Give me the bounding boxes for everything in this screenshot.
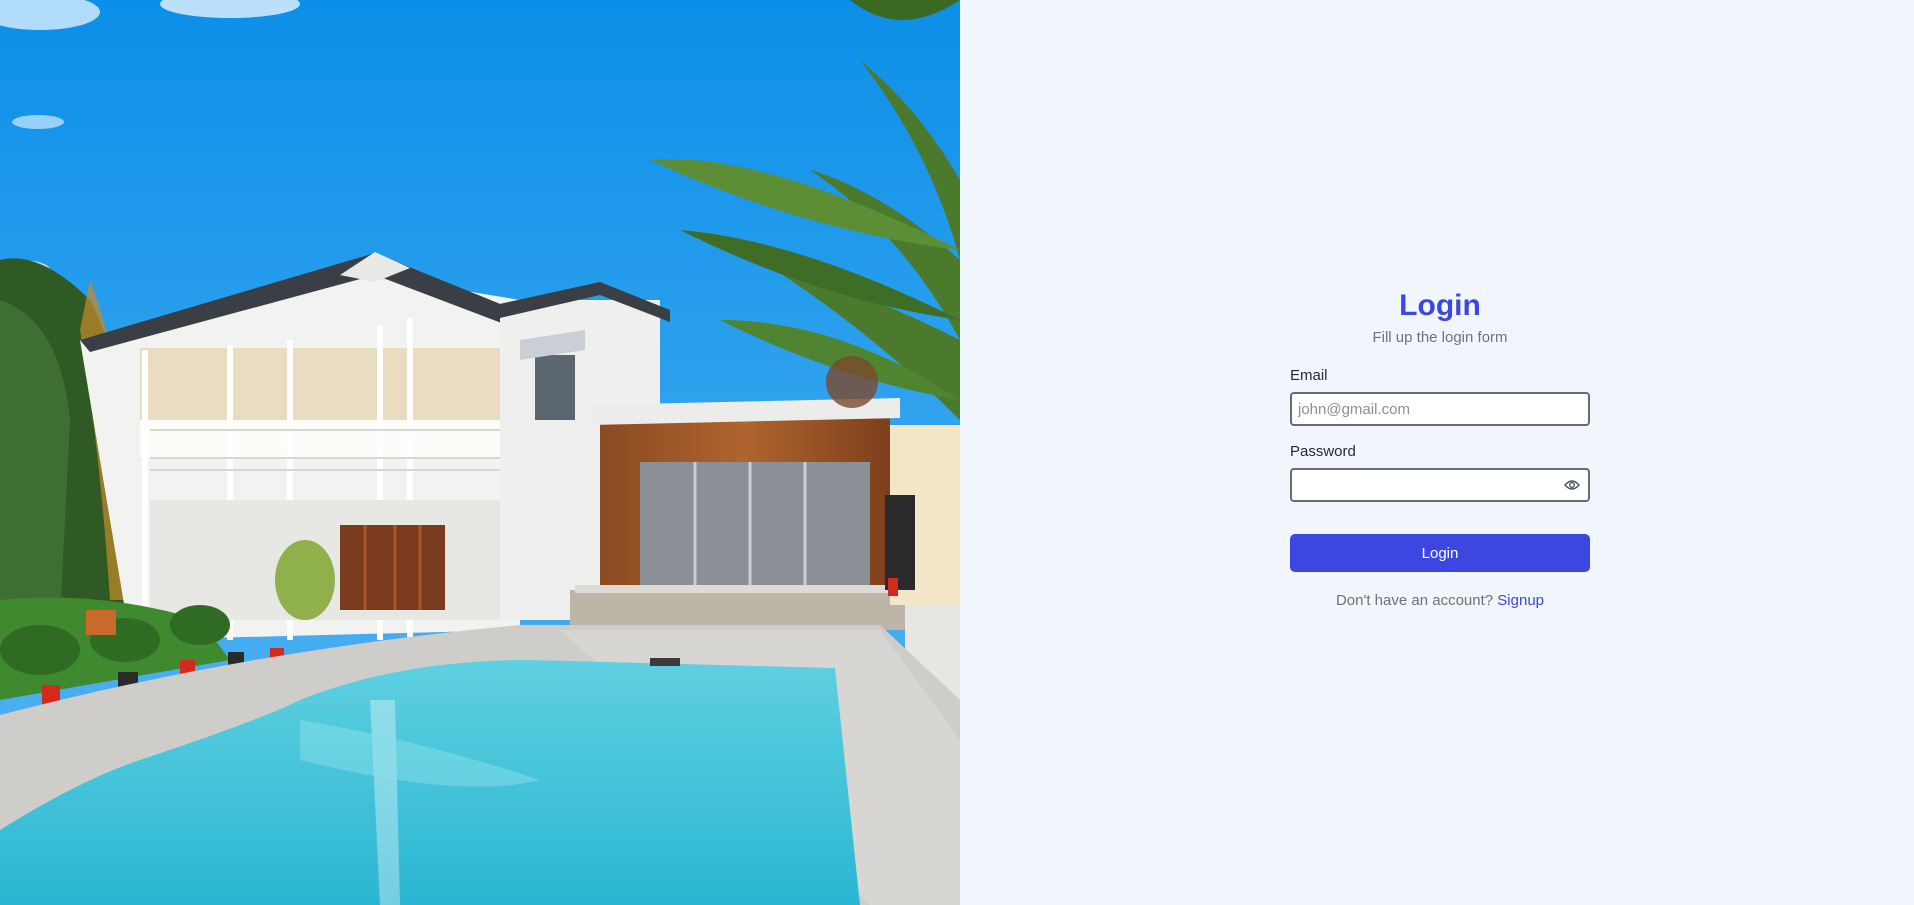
login-button[interactable]: Login <box>1290 534 1590 572</box>
email-label: Email <box>1290 367 1328 384</box>
login-panel: Login Fill up the login form Email Passw… <box>960 0 1914 905</box>
login-title: Login <box>1399 289 1481 322</box>
eye-icon[interactable] <box>1564 478 1580 492</box>
email-field-container <box>1290 392 1590 426</box>
signup-link[interactable]: Signup <box>1497 592 1544 609</box>
password-field[interactable] <box>1292 470 1588 500</box>
email-field[interactable] <box>1292 394 1588 424</box>
password-label: Password <box>1290 443 1356 460</box>
hero-image <box>0 0 960 905</box>
signup-prompt: Don't have an account? <box>1335 592 1494 609</box>
signup-row: Don't have an account? Signup <box>1290 592 1590 609</box>
login-subtitle: Fill up the login form <box>1372 329 1508 346</box>
password-field-container <box>1290 468 1590 502</box>
login-form: Login Fill up the login form Email Passw… <box>1290 284 1590 609</box>
